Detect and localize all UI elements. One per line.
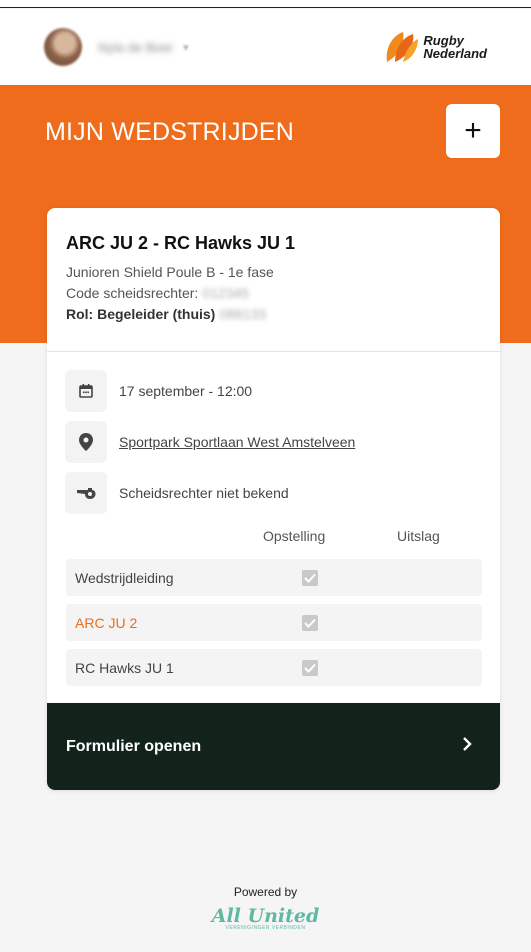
column-opstelling: Opstelling	[263, 528, 326, 544]
referee-row: Scheidsrechter niet bekend	[47, 467, 500, 518]
all-united-tagline: VERENIGINGEN VERBINDEN	[225, 925, 306, 931]
match-title: ARC JU 2 - RC Hawks JU 1	[66, 233, 296, 253]
add-match-button[interactable]: +	[446, 104, 500, 158]
referee-code-label: Code scheidsrechter:	[66, 285, 199, 301]
rugby-ball-icon	[387, 32, 419, 62]
table-row[interactable]: Wedstrijdleiding	[66, 559, 482, 596]
match-datetime: 17 september - 12:00	[119, 382, 253, 399]
location-link[interactable]: Sportpark Sportlaan West Amstelveen	[119, 434, 355, 450]
role-label: Rol: Begeleider (thuis)	[66, 306, 216, 322]
referee-code: Code scheidsrechter: 012345	[66, 283, 481, 304]
location-pin-icon	[65, 420, 107, 463]
username[interactable]: Nyla de Boer	[98, 40, 173, 55]
calendar-icon	[65, 369, 107, 412]
open-form-label: Formulier openen	[66, 737, 202, 755]
chevron-right-icon	[462, 736, 472, 757]
competition: Junioren Shield Poule B - 1e fase	[66, 264, 274, 280]
table-row[interactable]: ARC JU 2	[66, 604, 482, 641]
location-row: Sportpark Sportlaan West Amstelveen	[47, 416, 500, 467]
user-menu-chevron-icon[interactable]: ▾	[183, 41, 189, 54]
powered-by: Powered by	[233, 885, 298, 899]
rugby-nederland-logo: Rugby Nederland	[383, 30, 487, 64]
logo-line2: Nederland	[423, 46, 487, 61]
page-title: MIJN WEDSTRIJDEN	[45, 118, 295, 146]
plus-icon: +	[464, 114, 482, 147]
match-info-list: 17 september - 12:00 Sportpark Sportlaan…	[47, 352, 500, 518]
role: Rol: Begeleider (thuis) 088133	[66, 304, 481, 325]
app-header: Nyla de Boer ▾ Rugby Nederland	[0, 9, 531, 85]
match-card-header: ARC JU 2 - RC Hawks JU 1 Junioren Shield…	[47, 208, 500, 352]
all-united-logo[interactable]: All United VERENIGINGEN VERBINDEN	[0, 905, 531, 931]
checkbox-icon	[302, 615, 318, 631]
column-uitslag: Uitslag	[397, 528, 440, 544]
avatar[interactable]	[44, 28, 82, 66]
open-form-button[interactable]: Formulier openen	[47, 703, 500, 790]
row-label: ARC JU 2	[75, 614, 138, 631]
match-card: ARC JU 2 - RC Hawks JU 1 Junioren Shield…	[47, 208, 500, 790]
row-label: RC Hawks JU 1	[75, 659, 174, 676]
all-united-brand: All United	[211, 905, 320, 927]
checkbox-icon	[302, 570, 318, 586]
datetime-row: 17 september - 12:00	[47, 365, 500, 416]
referee-status: Scheidsrechter niet bekend	[119, 484, 289, 501]
checkbox-icon	[302, 660, 318, 676]
role-value: 088133	[219, 306, 266, 322]
table-header: Opstelling Uitslag	[47, 528, 500, 548]
row-label: Wedstrijdleiding	[75, 569, 174, 586]
top-border	[0, 0, 531, 8]
table-row[interactable]: RC Hawks JU 1	[66, 649, 482, 686]
whistle-icon	[65, 471, 107, 514]
referee-code-value: 012345	[202, 285, 249, 301]
